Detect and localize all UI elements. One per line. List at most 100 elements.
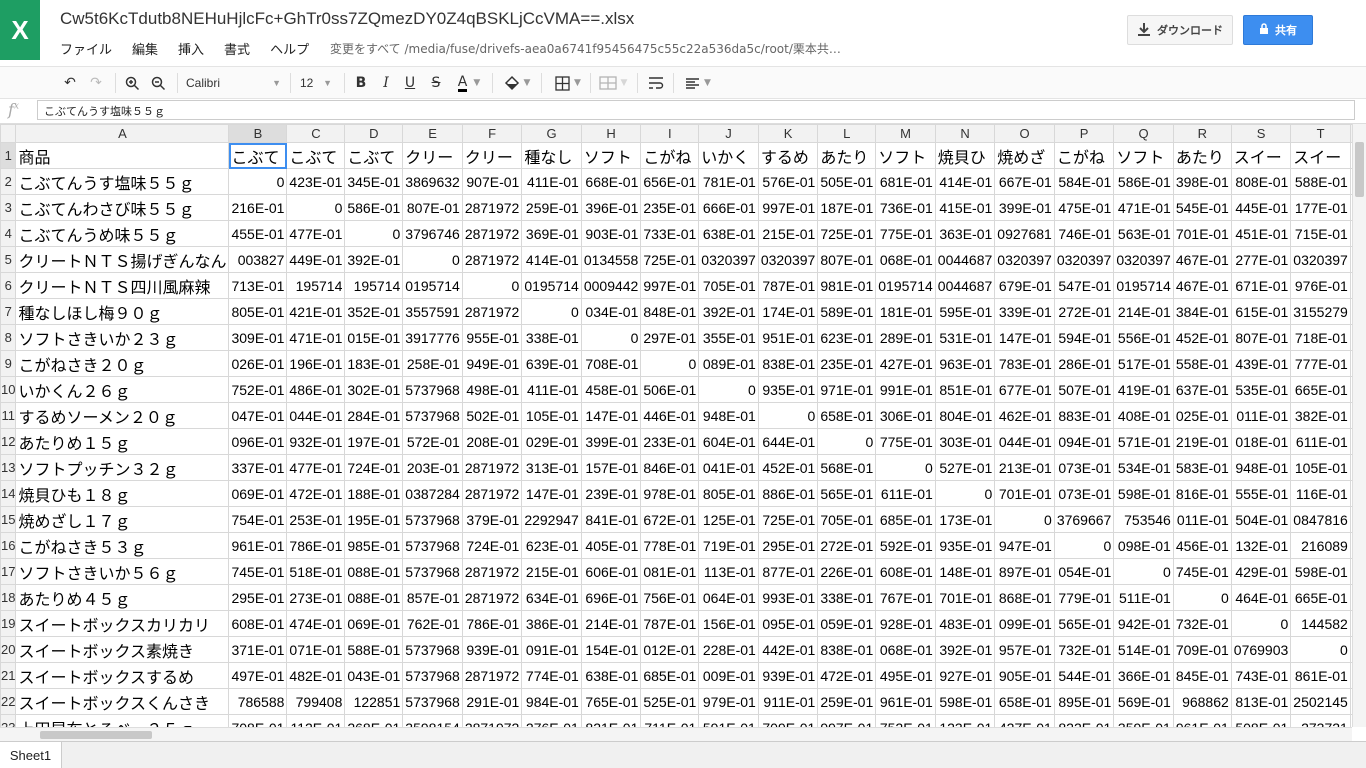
value-cell[interactable]: 258E-01 (402, 350, 463, 377)
value-cell[interactable]: 779E-01 (1053, 584, 1115, 611)
row-header[interactable]: 1 (0, 142, 17, 169)
value-cell[interactable]: 442E-01 (757, 636, 819, 663)
value-cell[interactable]: 713E-01 (228, 272, 288, 299)
value-cell[interactable]: 0 (580, 324, 642, 351)
value-cell[interactable]: 411E-01 (521, 168, 582, 195)
value-cell[interactable]: 0387284 (402, 480, 463, 507)
value-cell[interactable]: 386E-01 (521, 610, 582, 637)
value-cell[interactable]: 399E-01 (580, 428, 642, 455)
header-cell[interactable]: ソフト (580, 142, 642, 169)
value-cell[interactable]: 733E-01 (640, 220, 700, 247)
value-cell[interactable]: 851E-01 (934, 376, 996, 403)
bold-icon[interactable]: B (351, 72, 371, 94)
menu-file[interactable]: ファイル (60, 39, 112, 58)
horizontal-scrollbar[interactable] (0, 727, 1352, 741)
value-cell[interactable]: 462E-01 (994, 402, 1055, 429)
value-cell[interactable]: 458E-01 (580, 376, 642, 403)
value-cell[interactable]: 295E-01 (228, 584, 288, 611)
value-cell[interactable]: 0 (286, 194, 346, 221)
value-cell[interactable]: 951E-01 (757, 324, 819, 351)
value-cell[interactable]: 456E-01 (1172, 532, 1232, 559)
value-cell[interactable]: 452E-01 (1172, 324, 1232, 351)
product-name-cell[interactable]: スイートボックス素焼き (15, 636, 230, 663)
value-cell[interactable]: 821E-01 (580, 714, 642, 727)
value-cell[interactable]: 272E-01 (817, 532, 877, 559)
value-cell[interactable]: 0320397 (994, 246, 1055, 273)
row-header[interactable]: 11 (0, 402, 17, 429)
row-header[interactable]: 17 (0, 558, 17, 585)
value-cell[interactable]: 0 (461, 272, 523, 299)
column-header-q[interactable]: Q (1113, 124, 1174, 143)
product-name-cell[interactable]: スイートボックスするめ (15, 662, 230, 689)
product-name-cell[interactable]: 上田昆布とろべー２５ｇ (15, 714, 230, 727)
row-header[interactable]: 16 (0, 532, 17, 559)
header-cell[interactable]: ソフト (875, 142, 936, 169)
value-cell[interactable]: 0 (698, 376, 759, 403)
value-cell[interactable]: 534E-01 (1113, 454, 1174, 481)
value-cell[interactable]: 467E-01 (1172, 272, 1232, 299)
value-cell[interactable]: 382E-01 (1290, 402, 1351, 429)
wrap-text-icon[interactable] (646, 72, 666, 94)
value-cell[interactable]: 665E-01 (1290, 584, 1351, 611)
value-cell[interactable]: 414E-01 (934, 168, 996, 195)
value-cell[interactable]: 026E-01 (228, 350, 288, 377)
value-cell[interactable]: 068E-01 (875, 246, 936, 273)
value-cell[interactable]: 932E-01 (286, 428, 346, 455)
value-cell[interactable]: 948E-01 (698, 402, 759, 429)
value-cell[interactable]: 291E-01 (461, 688, 523, 715)
value-cell[interactable]: 544E-01 (1053, 662, 1115, 689)
header-cell[interactable]: ソフト (1113, 142, 1174, 169)
value-cell[interactable]: 5737968 (402, 376, 463, 403)
value-cell[interactable]: 807E-01 (817, 246, 877, 273)
value-cell[interactable]: 786E-01 (286, 532, 346, 559)
value-cell[interactable]: 963E-01 (934, 350, 996, 377)
row-header[interactable]: 2 (0, 168, 17, 195)
value-cell[interactable]: 696E-01 (580, 584, 642, 611)
product-name-cell[interactable]: クリートＮＴＳ四川風麻辣 (15, 272, 230, 299)
value-cell[interactable]: 957E-01 (994, 636, 1055, 663)
value-cell[interactable]: 044E-01 (286, 402, 346, 429)
value-cell[interactable]: 997E-01 (640, 272, 700, 299)
value-cell[interactable]: 568E-01 (817, 454, 877, 481)
value-cell[interactable]: 0 (344, 220, 404, 247)
value-cell[interactable]: 732E-01 (1053, 636, 1115, 663)
value-cell[interactable]: 611E-01 (875, 480, 936, 507)
value-cell[interactable]: 569E-01 (1113, 688, 1174, 715)
value-cell[interactable]: 195714 (286, 272, 346, 299)
value-cell[interactable]: 181E-01 (875, 298, 936, 325)
value-cell[interactable]: 838E-01 (817, 636, 877, 663)
value-cell[interactable]: 113E-01 (698, 558, 759, 585)
value-cell[interactable]: 273E-01 (286, 584, 346, 611)
value-cell[interactable]: 611E-01 (1290, 428, 1351, 455)
value-cell[interactable]: 147E-01 (580, 402, 642, 429)
column-header-k[interactable]: K (757, 124, 819, 143)
value-cell[interactable]: 0134558 (580, 246, 642, 273)
value-cell[interactable]: 3769667 (1053, 506, 1115, 533)
value-cell[interactable]: 025E-01 (1172, 402, 1232, 429)
value-cell[interactable]: 968862 (1172, 688, 1232, 715)
product-name-cell[interactable]: ソフトプッチン３２ｇ (15, 454, 230, 481)
value-cell[interactable]: 576E-01 (757, 168, 819, 195)
value-cell[interactable]: 313E-01 (521, 454, 582, 481)
value-cell[interactable]: 935E-01 (757, 376, 819, 403)
value-cell[interactable]: 708E-01 (580, 350, 642, 377)
value-cell[interactable]: 2871972 (461, 246, 523, 273)
value-cell[interactable]: 743E-01 (1230, 662, 1292, 689)
value-cell[interactable]: 5737968 (402, 402, 463, 429)
value-cell[interactable]: 446E-01 (640, 402, 700, 429)
value-cell[interactable]: 981E-01 (817, 272, 877, 299)
value-cell[interactable]: 638E-01 (698, 220, 759, 247)
underline-icon[interactable]: U (400, 72, 420, 94)
value-cell[interactable]: 2871972 (461, 194, 523, 221)
value-cell[interactable]: 507E-01 (1053, 376, 1115, 403)
italic-icon[interactable]: I (376, 72, 396, 94)
value-cell[interactable]: 216E-01 (228, 194, 288, 221)
value-cell[interactable]: 604E-01 (698, 428, 759, 455)
sheet-tab[interactable]: Sheet1 (0, 742, 62, 768)
value-cell[interactable]: 0195714 (521, 272, 582, 299)
value-cell[interactable]: 535E-01 (1230, 376, 1292, 403)
value-cell[interactable]: 495E-01 (875, 662, 936, 689)
column-header-h[interactable]: H (580, 124, 642, 143)
value-cell[interactable]: 306E-01 (875, 402, 936, 429)
value-cell[interactable]: 451E-01 (1230, 220, 1292, 247)
